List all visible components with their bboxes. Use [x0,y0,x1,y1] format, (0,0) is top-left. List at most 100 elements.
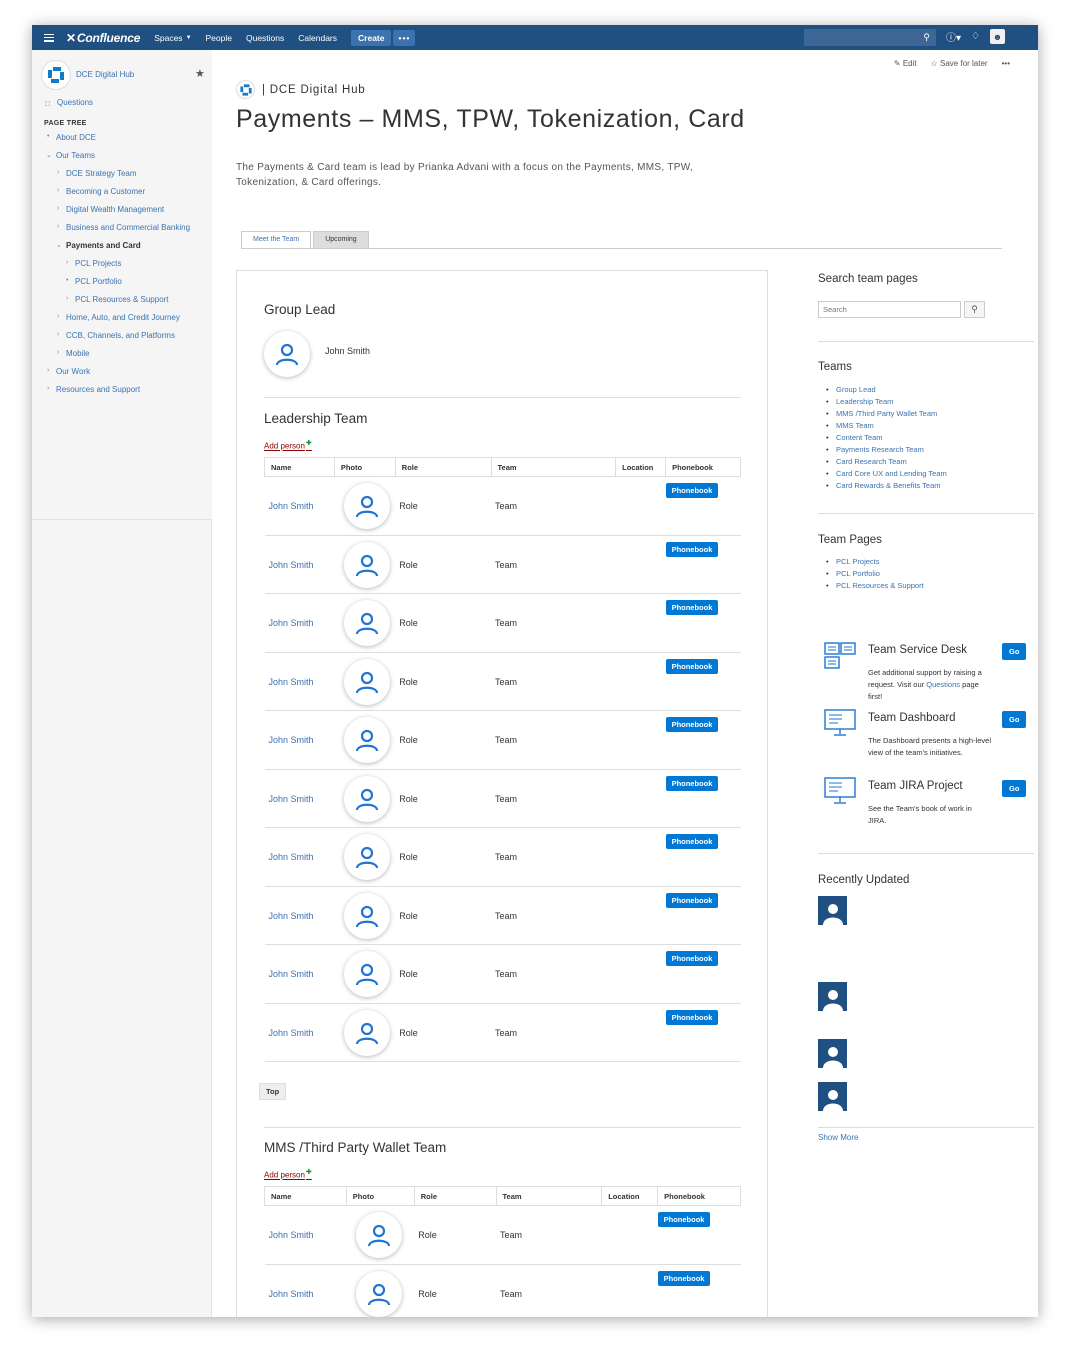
add-person-link[interactable]: Add person✚ [264,1168,312,1180]
person-name-link[interactable]: John Smith [264,1003,335,1062]
save-for-later-button[interactable]: ☆ Save for later [931,59,988,68]
person-name-link[interactable]: John Smith [264,1264,347,1317]
dashboard-go-button[interactable]: Go [1002,711,1027,728]
space-logo[interactable] [41,60,71,90]
list-item[interactable]: Content Team [826,432,947,444]
list-item[interactable]: PCL Projects [826,556,924,568]
help-icon[interactable]: ⓘ▾ [946,29,961,44]
recent-avatar-2[interactable] [818,982,847,1011]
sidebar-item-ccb-channels[interactable]: CCB, Channels, and Platforms [66,331,175,340]
sidebar-item-payments-card[interactable]: Payments and Card [66,241,141,250]
phonebook-button[interactable]: Phonebook [665,717,719,732]
phonebook-button[interactable]: Phonebook [665,776,719,791]
tab-meet-the-team[interactable]: Meet the Team [241,231,312,249]
list-item[interactable]: MMS /Third Party Wallet Team [826,408,947,420]
chevron-right-icon[interactable]: › [66,295,68,302]
nav-calendars[interactable]: Calendars [298,33,337,43]
user-avatar[interactable]: ☻ [990,29,1005,44]
recent-avatar-1[interactable] [818,896,847,925]
list-item[interactable]: Leadership Team [826,396,947,408]
list-item[interactable]: Card Research Team [826,456,947,468]
chevron-right-icon[interactable]: › [57,349,59,356]
list-item[interactable]: PCL Resources & Support [826,580,924,592]
phonebook-button[interactable]: Phonebook [665,834,719,849]
person-name-link[interactable]: John Smith [264,886,335,945]
phonebook-button[interactable]: Phonebook [665,542,719,557]
chevron-right-icon[interactable]: › [57,205,59,212]
tab-upcoming[interactable]: Upcoming [313,231,369,249]
list-item[interactable]: PCL Portfolio [826,568,924,580]
sidebar-item-our-teams[interactable]: Our Teams [56,151,95,160]
jira-go-button[interactable]: Go [1002,780,1027,797]
sidebar-item-mobile[interactable]: Mobile [66,349,90,358]
questions-link[interactable]: Questions [926,680,960,689]
chevron-right-icon[interactable]: › [47,367,49,374]
service-desk-go-button[interactable]: Go [1002,643,1027,660]
team-cell: Team [491,769,616,828]
list-item[interactable]: Payments Research Team [826,444,947,456]
sidebar-item-about-dce[interactable]: About DCE [56,133,96,142]
nav-spaces[interactable]: Spaces ▼ [154,33,191,43]
nav-questions[interactable]: Questions [246,33,284,43]
chevron-down-icon[interactable]: ⌄ [46,151,52,159]
edit-button[interactable]: ✎ Edit [894,59,917,68]
chevron-right-icon[interactable]: › [57,313,59,320]
sidebar-item-pcl-portfolio[interactable]: PCL Portfolio [75,277,122,286]
phonebook-button[interactable]: Phonebook [665,951,719,966]
sidebar-item-digital-wealth[interactable]: Digital Wealth Management [66,205,164,214]
global-search-input[interactable]: ⚲ [804,29,936,46]
sidebar-item-pcl-projects[interactable]: PCL Projects [75,259,121,268]
team-search-input[interactable] [818,301,961,318]
person-name-link[interactable]: John Smith [264,827,335,887]
more-actions-button[interactable]: ••• [1002,59,1010,68]
person-name-link[interactable]: John Smith [264,710,335,770]
sidebar-item-business-banking[interactable]: Business and Commercial Banking [66,223,190,232]
phonebook-button[interactable]: Phonebook [657,1212,711,1227]
sidebar-item-our-work[interactable]: Our Work [56,367,90,376]
phonebook-button[interactable]: Phonebook [657,1271,711,1286]
sidebar-questions-link[interactable]: Questions [57,98,93,107]
person-name-link[interactable]: John Smith [264,1205,347,1265]
search-button[interactable]: ⚲ [964,301,985,318]
show-more-link[interactable]: Show More [818,1133,858,1142]
list-item[interactable]: Card Rewards & Benefits Team [826,480,947,492]
sidebar-item-pcl-resources[interactable]: PCL Resources & Support [75,295,169,304]
add-person-link[interactable]: Add person✚ [264,439,312,451]
phonebook-button[interactable]: Phonebook [665,1010,719,1025]
create-button[interactable]: Create [351,29,392,46]
phonebook-button[interactable]: Phonebook [665,600,719,615]
person-name-link[interactable]: John Smith [264,593,335,653]
chevron-right-icon[interactable]: › [57,169,59,176]
recent-avatar-4[interactable] [818,1082,847,1111]
chevron-right-icon[interactable]: › [57,331,59,338]
recent-avatar-3[interactable] [818,1039,847,1068]
sidebar-item-home-auto[interactable]: Home, Auto, and Credit Journey [66,313,180,322]
person-name-link[interactable]: John Smith [264,769,335,828]
person-name-link[interactable]: John Smith [264,944,335,1004]
confluence-logo[interactable]: ✕ Confluence [66,31,140,45]
chevron-right-icon[interactable]: › [57,187,59,194]
star-icon[interactable]: ★ [195,67,205,80]
top-button[interactable]: Top [259,1083,287,1100]
menu-icon[interactable] [44,33,54,42]
nav-people[interactable]: People [206,33,232,43]
phonebook-button[interactable]: Phonebook [665,893,719,908]
list-item[interactable]: Card Core UX and Lending Team [826,468,947,480]
phonebook-button[interactable]: Phonebook [665,483,719,498]
create-more-button[interactable]: ••• [393,29,416,46]
sidebar-item-becoming-customer[interactable]: Becoming a Customer [66,187,145,196]
chevron-down-icon[interactable]: ⌄ [56,241,62,249]
person-name-link[interactable]: John Smith [264,476,335,536]
sidebar-item-dce-strategy[interactable]: DCE Strategy Team [66,169,137,178]
chevron-right-icon[interactable]: › [66,259,68,266]
list-item[interactable]: Group Lead [826,384,947,396]
space-name-link[interactable]: DCE Digital Hub [76,70,134,79]
sidebar-item-resources-support[interactable]: Resources and Support [56,385,140,394]
list-item[interactable]: MMS Team [826,420,947,432]
person-name-link[interactable]: John Smith [264,535,335,594]
person-name-link[interactable]: John Smith [264,652,335,711]
phonebook-button[interactable]: Phonebook [665,659,719,674]
chevron-right-icon[interactable]: › [47,385,49,392]
chevron-right-icon[interactable]: › [57,223,59,230]
notifications-icon[interactable]: ♢ [971,31,980,42]
